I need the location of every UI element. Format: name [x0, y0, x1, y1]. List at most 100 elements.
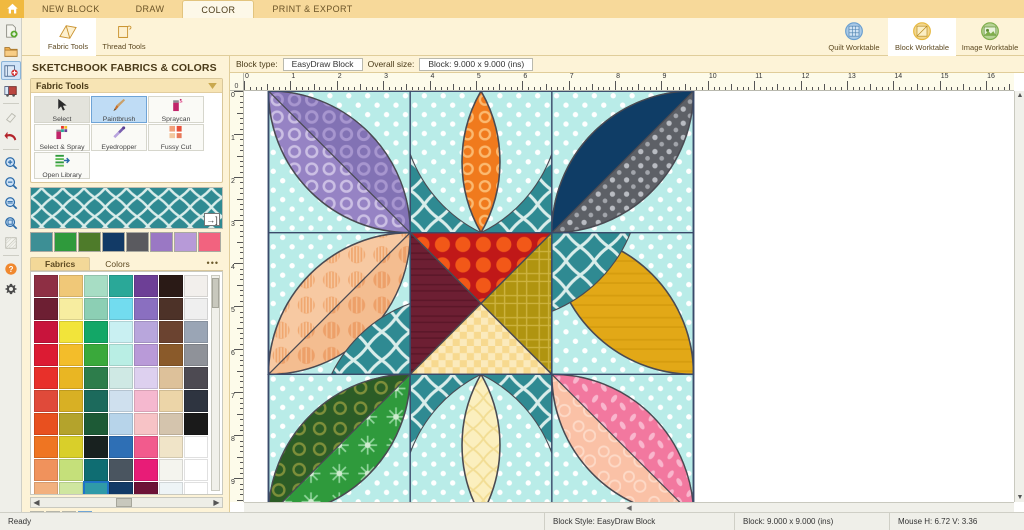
fabric-swatch-5-2[interactable] [84, 390, 108, 412]
tool-fussy-cut[interactable]: Fussy Cut [148, 124, 204, 151]
fabric-swatch-9-0[interactable] [34, 482, 58, 494]
chevron-down-icon[interactable] [208, 82, 217, 89]
tab-new-block[interactable]: NEW BLOCK [24, 0, 118, 18]
fabric-swatch-4-6[interactable] [184, 367, 208, 389]
grid-button[interactable] [1, 233, 21, 252]
fabric-swatch-0-2[interactable] [84, 275, 108, 297]
open-file-button[interactable] [1, 41, 21, 60]
recent-fabric-gray-dots[interactable] [126, 232, 149, 252]
fabric-swatch-2-1[interactable] [59, 321, 83, 343]
fabric-swatch-9-6[interactable] [184, 482, 208, 494]
fabric-swatch-9-4[interactable] [134, 482, 158, 494]
tool-paintbrush[interactable]: Paintbrush [91, 96, 147, 123]
fabric-swatch-6-5[interactable] [159, 413, 183, 435]
fabric-swatch-3-0[interactable] [34, 344, 58, 366]
view-sketchbook-button[interactable] [1, 81, 21, 100]
fabric-swatch-3-1[interactable] [59, 344, 83, 366]
design-canvas[interactable] [244, 91, 1014, 502]
quilt-worktable-button[interactable]: Quilt Worktable [820, 18, 888, 56]
fabric-swatch-5-0[interactable] [34, 390, 58, 412]
swatch-vertical-scrollbar[interactable] [211, 275, 220, 491]
recent-fabric-pink-swirl[interactable] [198, 232, 221, 252]
scroll-up-icon[interactable]: ▲ [1015, 91, 1024, 100]
fabric-swatch-4-1[interactable] [59, 367, 83, 389]
scroll-left-arrow-icon[interactable]: ◀ [626, 504, 631, 512]
tab-print-export[interactable]: PRINT & EXPORT [254, 0, 370, 18]
recent-fabric-purple-texture[interactable] [150, 232, 173, 252]
block-worktable-button[interactable]: Block Worktable [888, 18, 956, 56]
fabric-tools-card-header[interactable]: Fabric Tools [31, 79, 222, 93]
fabric-swatch-8-6[interactable] [184, 459, 208, 481]
fabric-swatch-1-1[interactable] [59, 298, 83, 320]
fabric-swatch-9-3[interactable] [109, 482, 133, 494]
tool-open-library[interactable]: Open Library [34, 152, 90, 179]
zoom-box-button[interactable] [1, 213, 21, 232]
fabric-swatch-7-1[interactable] [59, 436, 83, 458]
tab-fabrics[interactable]: Fabrics [30, 257, 91, 270]
worktable-vertical-scrollbar[interactable]: ▲ ▼ [1014, 91, 1024, 502]
add-to-sketchbook-button[interactable] [0, 61, 21, 80]
fabric-swatch-3-6[interactable] [184, 344, 208, 366]
thread-tools-ribbon-button[interactable]: Thread Tools [96, 18, 152, 56]
worktable-horizontal-scrollbar[interactable]: ◀ [244, 502, 1014, 512]
fabric-tools-ribbon-button[interactable]: Fabric Tools [40, 18, 96, 56]
settings-button[interactable] [1, 279, 21, 298]
swatch-hscroll-thumb[interactable] [116, 498, 133, 507]
tab-draw[interactable]: DRAW [118, 0, 183, 18]
fabric-swatch-4-0[interactable] [34, 367, 58, 389]
recent-fabric-teal-quatrefoil[interactable] [30, 232, 53, 252]
tool-select[interactable]: Select [34, 96, 90, 123]
fabric-swatch-1-6[interactable] [184, 298, 208, 320]
teal-cloud-fabric[interactable] [83, 481, 109, 494]
fabric-swatch-6-0[interactable] [34, 413, 58, 435]
fabric-swatch-6-4[interactable] [134, 413, 158, 435]
fabric-swatch-0-4[interactable] [134, 275, 158, 297]
home-button[interactable] [0, 0, 24, 18]
fabric-swatch-0-0[interactable] [34, 275, 58, 297]
fabric-swatch-6-1[interactable] [59, 413, 83, 435]
fabric-swatch-0-3[interactable] [109, 275, 133, 297]
fabric-swatch-9-5[interactable] [159, 482, 183, 494]
fabric-swatch-2-6[interactable] [184, 321, 208, 343]
tool-spraycan[interactable]: Spraycan [148, 96, 204, 123]
block-type-field[interactable]: EasyDraw Block [282, 57, 363, 71]
scroll-right-icon[interactable]: ▶ [211, 498, 222, 507]
fabric-swatch-3-4[interactable] [134, 344, 158, 366]
fabric-swatch-4-3[interactable] [109, 367, 133, 389]
fabric-swatch-8-1[interactable] [59, 459, 83, 481]
fabric-swatch-5-3[interactable] [109, 390, 133, 412]
block-design-svg[interactable] [260, 91, 702, 502]
fabric-swatch-7-4[interactable] [134, 436, 158, 458]
fabric-swatch-9-1[interactable] [59, 482, 83, 494]
swatch-hscroll-track[interactable] [42, 498, 211, 507]
swatch-horizontal-scrollbar[interactable]: ◀ ▶ [30, 497, 223, 508]
tool-eyedropper[interactable]: Eyedropper [91, 124, 147, 151]
fabric-swatch-2-3[interactable] [109, 321, 133, 343]
fabric-swatch-6-6[interactable] [184, 413, 208, 435]
fabric-swatch-7-0[interactable] [34, 436, 58, 458]
fabric-swatch-4-5[interactable] [159, 367, 183, 389]
fabric-swatch-0-6[interactable] [184, 275, 208, 297]
fabric-swatch-8-3[interactable] [109, 459, 133, 481]
scroll-down-icon[interactable]: ▼ [1015, 493, 1024, 502]
fabric-swatch-5-1[interactable] [59, 390, 83, 412]
zoom-out-button[interactable] [1, 173, 21, 192]
fabric-swatch-8-5[interactable] [159, 459, 183, 481]
fabric-swatch-7-3[interactable] [109, 436, 133, 458]
fabric-swatch-3-3[interactable] [109, 344, 133, 366]
more-options-icon[interactable]: ••• [207, 258, 219, 268]
tab-color[interactable]: COLOR [182, 0, 255, 18]
eraser-button[interactable] [1, 107, 21, 126]
fabric-swatch-1-2[interactable] [84, 298, 108, 320]
fabric-swatch-5-6[interactable] [184, 390, 208, 412]
zoom-fit-button[interactable] [1, 193, 21, 212]
new-file-button[interactable] [1, 21, 21, 40]
recent-fabric-lavender-rings[interactable] [174, 232, 197, 252]
fabric-swatch-5-4[interactable] [134, 390, 158, 412]
fabric-swatch-1-4[interactable] [134, 298, 158, 320]
fabric-swatch-7-6[interactable] [184, 436, 208, 458]
swatch-vscroll-thumb[interactable] [212, 278, 219, 308]
fabric-swatch-6-2[interactable] [84, 413, 108, 435]
fabric-swatch-7-5[interactable] [159, 436, 183, 458]
scroll-left-icon[interactable]: ◀ [31, 498, 42, 507]
